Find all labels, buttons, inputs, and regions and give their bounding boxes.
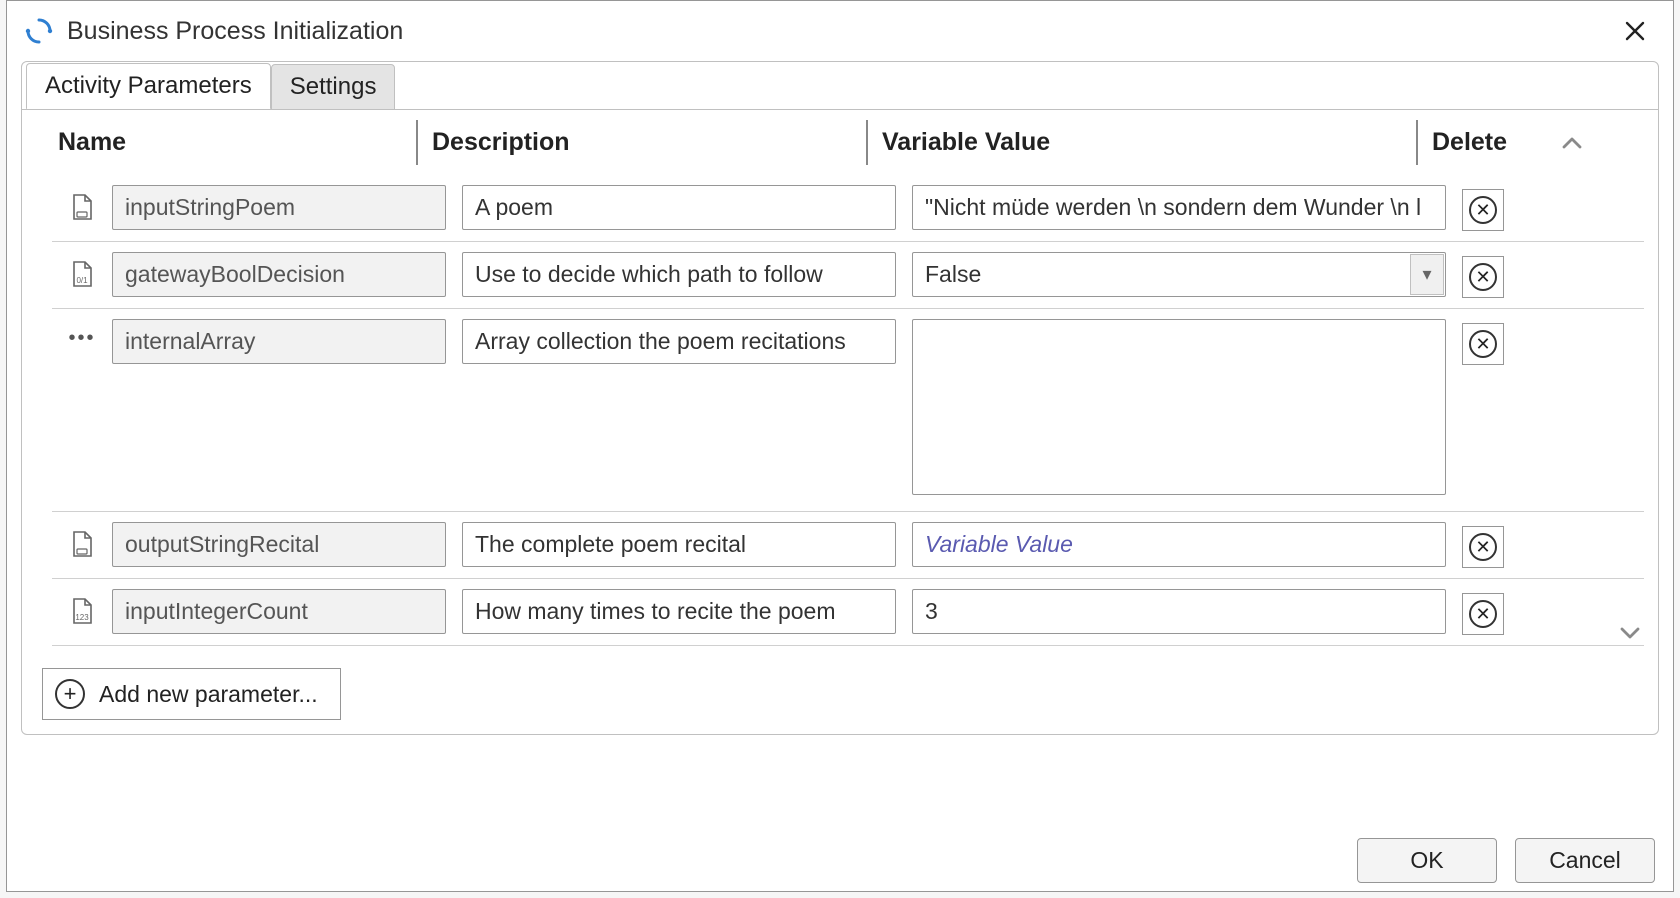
name-field [112, 589, 446, 634]
delete-button[interactable]: ✕ [1462, 323, 1504, 365]
file-text-icon [52, 185, 112, 221]
value-select[interactable] [912, 252, 1446, 297]
file-text-icon [52, 522, 112, 558]
dialog-window: Business Process Initialization Activity… [6, 0, 1674, 892]
table-row: 123 ✕ [52, 579, 1644, 646]
description-field[interactable] [462, 252, 896, 297]
header-delete: Delete [1432, 128, 1542, 157]
titlebar: Business Process Initialization [7, 1, 1673, 61]
table-row: ✕ [52, 512, 1644, 579]
header-variable-value: Variable Value [882, 128, 1432, 157]
plus-icon: + [55, 679, 85, 709]
file-number-icon: 123 [52, 589, 112, 625]
dialog-footer: OK Cancel [7, 826, 1673, 891]
parameters-content: Name Description Variable Value Delete ✕ [22, 109, 1658, 720]
cancel-button[interactable]: Cancel [1515, 838, 1655, 883]
ellipsis-icon: ••• [52, 319, 112, 350]
description-field[interactable] [462, 319, 896, 364]
file-bool-icon: 0/1 [52, 252, 112, 288]
tab-bar: Activity Parameters Settings [22, 62, 1658, 109]
header-description: Description [432, 128, 882, 157]
tab-activity-parameters[interactable]: Activity Parameters [26, 63, 271, 110]
column-headers: Name Description Variable Value Delete [22, 110, 1658, 175]
add-parameter-label: Add new parameter... [99, 681, 318, 708]
add-parameter-button[interactable]: + Add new parameter... [42, 668, 341, 720]
svg-text:0/1: 0/1 [76, 276, 88, 285]
delete-button[interactable]: ✕ [1462, 526, 1504, 568]
delete-button[interactable]: ✕ [1462, 189, 1504, 231]
value-textarea[interactable] [912, 319, 1446, 495]
scroll-up-icon[interactable] [1542, 136, 1602, 150]
window-title: Business Process Initialization [67, 17, 403, 46]
chevron-down-icon[interactable]: ▾ [1410, 254, 1444, 295]
description-field[interactable] [462, 589, 896, 634]
delete-button[interactable]: ✕ [1462, 593, 1504, 635]
header-name: Name [22, 128, 432, 157]
tab-settings[interactable]: Settings [271, 64, 396, 110]
name-field [112, 252, 446, 297]
parameters-panel: Activity Parameters Settings Name Descri… [21, 61, 1659, 735]
close-icon[interactable] [1615, 11, 1655, 51]
value-field[interactable] [912, 522, 1446, 567]
table-row: ••• ✕ [52, 309, 1644, 512]
name-field [112, 522, 446, 567]
table-row: ✕ [52, 175, 1644, 242]
name-field [112, 185, 446, 230]
value-field[interactable] [912, 589, 1446, 634]
value-field[interactable] [912, 185, 1446, 230]
ok-button[interactable]: OK [1357, 838, 1497, 883]
table-row: 0/1 ▾ ✕ [52, 242, 1644, 309]
app-icon [25, 17, 53, 45]
description-field[interactable] [462, 522, 896, 567]
scroll-down-icon[interactable] [1620, 619, 1640, 646]
name-field [112, 319, 446, 364]
svg-text:123: 123 [75, 613, 89, 622]
description-field[interactable] [462, 185, 896, 230]
delete-button[interactable]: ✕ [1462, 256, 1504, 298]
